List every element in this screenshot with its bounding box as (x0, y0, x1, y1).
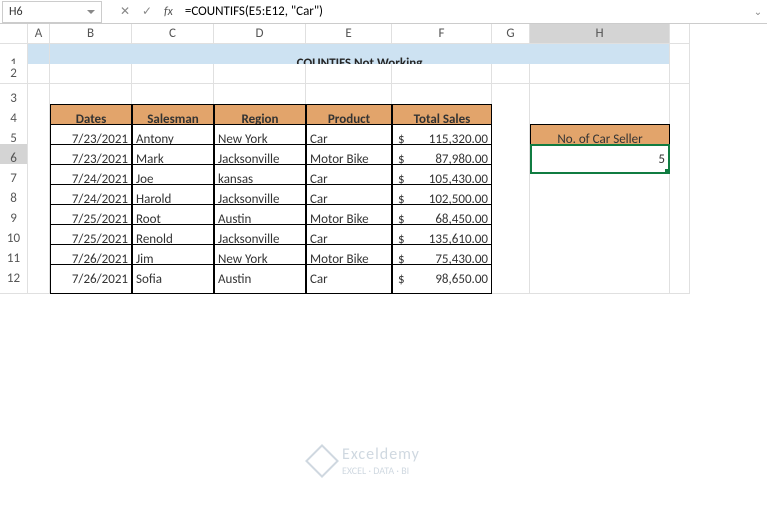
col-header-F[interactable]: F (392, 24, 492, 44)
name-box[interactable]: H6 (2, 1, 102, 23)
row-header-12[interactable]: 12 (0, 264, 28, 294)
formula-input[interactable] (179, 1, 749, 23)
table-cell-date-8: 7/26/2021 (50, 264, 132, 294)
cell-A12[interactable] (28, 264, 50, 294)
row-header-2[interactable]: 2 (0, 64, 28, 84)
name-box-value: H6 (9, 5, 23, 19)
col-header-end[interactable] (670, 24, 690, 44)
watermark-icon (305, 444, 339, 478)
spreadsheet-grid[interactable]: ABCDEFGH1COUNTIFS Not Working234DatesSal… (0, 24, 767, 284)
cell-D2[interactable] (214, 64, 306, 84)
watermark: Exceldemy EXCEL · DATA · BI (310, 445, 420, 477)
cell-F2[interactable] (392, 64, 492, 84)
col-header-E[interactable]: E (306, 24, 392, 44)
cell-G2[interactable] (492, 64, 530, 84)
table-cell-total-8: $98,650.00 (392, 264, 492, 294)
active-cell[interactable]: 5 (530, 144, 670, 174)
cancel-icon[interactable]: ✕ (114, 1, 136, 23)
cell-G12[interactable] (492, 264, 530, 294)
watermark-tag: EXCEL · DATA · BI (342, 464, 420, 477)
table-cell-sales-8: Sofia (132, 264, 214, 294)
cell-E2[interactable] (306, 64, 392, 84)
cell-C2[interactable] (132, 64, 214, 84)
fx-icon[interactable]: fx (158, 5, 179, 19)
watermark-brand: Exceldemy (342, 445, 420, 464)
cell-end2[interactable] (670, 64, 690, 84)
cell-B2[interactable] (50, 64, 132, 84)
cell-H12[interactable] (530, 264, 670, 294)
cell-H2[interactable] (530, 64, 670, 84)
table-cell-region-8: Austin (214, 264, 306, 294)
formula-bar: H6 ✕ ✓ fx ⌄ (0, 0, 767, 24)
select-all-corner[interactable] (0, 24, 28, 44)
col-header-G[interactable]: G (492, 24, 530, 44)
col-header-D[interactable]: D (214, 24, 306, 44)
col-header-C[interactable]: C (132, 24, 214, 44)
confirm-icon[interactable]: ✓ (136, 1, 158, 23)
fill-handle[interactable] (665, 169, 670, 174)
cell-end12[interactable] (670, 264, 690, 294)
cell-A2[interactable] (28, 64, 50, 84)
table-cell-product-8: Car (306, 264, 392, 294)
col-header-B[interactable]: B (50, 24, 132, 44)
expand-icon[interactable]: ⌄ (749, 1, 767, 23)
col-header-A[interactable]: A (28, 24, 50, 44)
col-header-H[interactable]: H (530, 24, 670, 44)
chevron-down-icon[interactable] (87, 10, 95, 14)
